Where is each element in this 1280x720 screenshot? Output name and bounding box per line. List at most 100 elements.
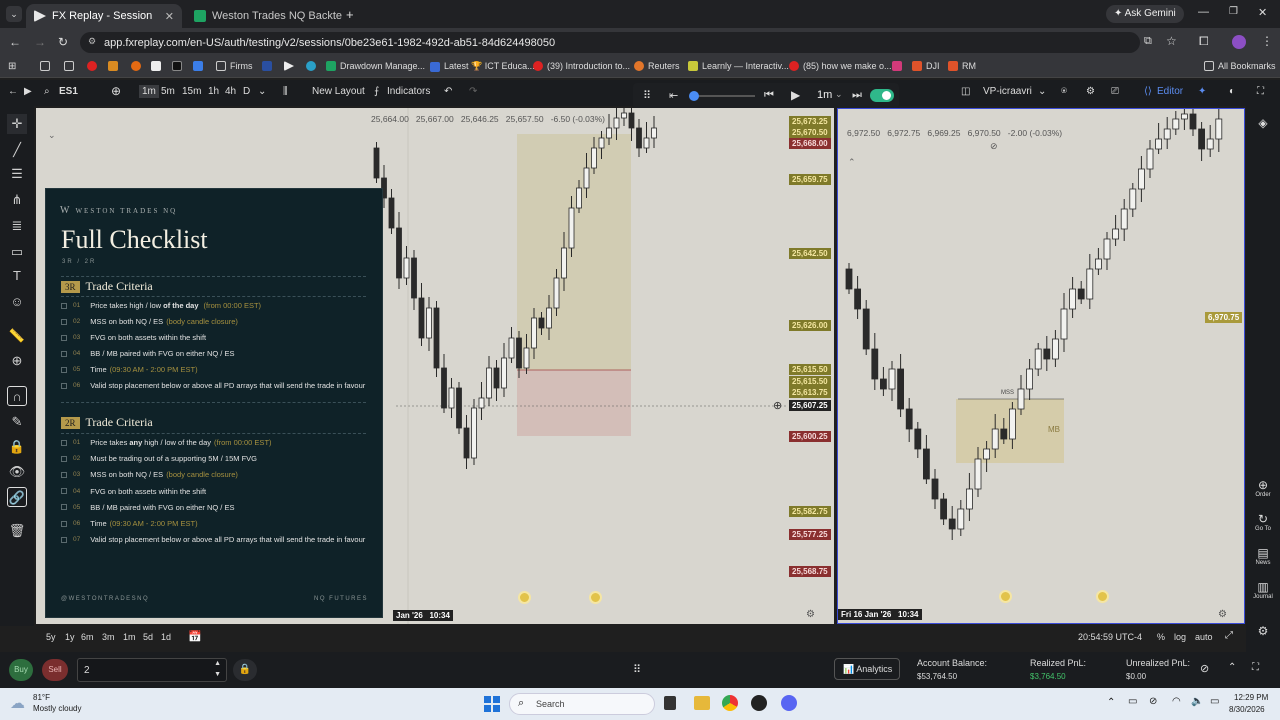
url-input[interactable]: ⚙ app.fxreplay.com/en-US/auth/testing/v2… [80,32,1140,53]
minimize-button[interactable]: — [1198,6,1209,18]
app-icon[interactable] [751,695,767,711]
checkbox-icon[interactable] [61,455,67,462]
checklist-item[interactable]: 06 Valid stop placement below or above al… [61,381,381,390]
layers-icon[interactable]: ◈ [1246,116,1280,130]
redo-icon[interactable]: ↷ [469,86,477,97]
checklist-item[interactable]: 01 Price takes any high / low of the day (fr… [61,438,381,447]
bookmark-icon-5[interactable] [172,61,182,71]
percent-toggle[interactable]: % [1157,632,1165,642]
checklist-item[interactable]: 02 MSS on both NQ / ES (body candle closur… [61,317,381,326]
fib-icon[interactable]: ≣ [7,216,27,236]
checklist-item[interactable]: 04 FVG on both assets within the shift [61,487,381,496]
all-bookmarks[interactable]: All Bookmarks [1204,61,1276,71]
volume-icon[interactable]: 🔈 [1191,696,1203,707]
lock-order-button[interactable]: 🔒 [233,659,257,681]
checkbox-icon[interactable] [61,334,67,341]
camera-icon[interactable]: ⎚ [1111,86,1119,97]
chart-type-icon[interactable]: ⫼ [283,86,288,97]
horizontal-lines-icon[interactable]: ☰ [7,164,27,184]
task-view-icon[interactable] [664,696,676,710]
layout-name[interactable]: VP-icraavri [983,86,1032,97]
hide-balance-icon[interactable]: ⊘ [1200,662,1209,675]
eye-icon[interactable]: 👁 [7,462,27,482]
tray-icon-1[interactable]: ▭ [1128,696,1137,707]
bookmark-intro[interactable]: (39) Introduction to... [533,61,630,71]
bookmark-icon-3[interactable] [131,61,141,71]
bookmark-icon-6[interactable] [193,61,203,71]
settings-icon[interactable]: ⚙ [1246,624,1280,638]
bookmark-icon-4[interactable] [151,61,161,71]
ask-gemini-button[interactable]: ✦ Ask Gemini [1106,5,1184,23]
symbol-search-icon[interactable]: ⌕ [44,86,50,97]
drag-handle-icon[interactable]: ⠿ [643,89,651,102]
fullscreen-icon[interactable]: ⛶ [1257,86,1264,97]
undo-icon[interactable]: ↶ [444,86,452,97]
pitchfork-icon[interactable]: ⋔ [7,190,27,210]
quantity-input[interactable]: 2 ▲ ▼ [77,658,227,682]
drag-handle-icon[interactable]: ⠿ [633,663,641,676]
alert-icon[interactable]: ⍟ [1061,86,1067,97]
layout-dropdown-icon[interactable]: ⌄ [1038,86,1046,97]
wifi-icon[interactable]: ◠ [1172,696,1181,707]
crosshair-add-icon[interactable]: ⊕ [773,399,782,412]
checklist-item[interactable]: 06 Time (09:30 AM - 2:00 PM EST) [61,519,381,528]
bookmark-folder-2[interactable] [64,61,74,71]
collapse-up-icon[interactable]: ⌃ [1228,662,1236,673]
link-icon[interactable]: 🔗 [7,487,27,507]
replay-tf-dropdown-icon[interactable]: ⌄ [835,89,843,100]
new-layout-button[interactable]: New Layout [312,86,365,97]
bookmark-howwemake[interactable]: (85) how we make o... [789,61,892,71]
weather-temp[interactable]: 81°F [33,693,50,702]
trash-icon[interactable]: 🗑 [7,521,27,541]
date-range-icon[interactable]: 📅 [188,630,202,643]
checklist-item[interactable]: 03 MSS on both NQ / ES (body candle closur… [61,470,381,479]
bookmark-star-icon[interactable]: ☆ [1166,34,1177,48]
range-5d[interactable]: 5d [143,632,153,642]
weather-icon[interactable]: ☁ [10,694,25,712]
bookmark-learnly[interactable]: Learnly — Interactiv... [688,61,789,71]
zoom-icon[interactable]: ⊕ [7,351,27,371]
pencil-lock-icon[interactable]: ✎ [7,412,27,432]
rectangle-icon[interactable]: ▭ [7,242,27,262]
range-5y[interactable]: 5y [46,632,56,642]
browser-menu-icon[interactable]: ⋮ [1261,34,1273,48]
range-1m[interactable]: 1m [123,632,136,642]
bookmark-firms[interactable]: Firms [216,61,253,71]
tf-dropdown-icon[interactable]: ⌄ [258,86,266,97]
replay-timeframe[interactable]: 1m [817,89,832,101]
magnet-icon[interactable]: ∩ [7,386,27,406]
text-icon[interactable]: T [7,266,27,286]
step-back-icon[interactable]: ⏮ [764,89,774,102]
checkbox-icon[interactable] [61,318,67,325]
tf-4h[interactable]: 4h [225,86,236,97]
install-app-icon[interactable]: ⧉ [1144,35,1152,48]
tf-1m[interactable]: 1m [139,85,159,98]
news-event-marker[interactable] [999,590,1012,603]
news-event-marker[interactable] [589,591,602,604]
checklist-item[interactable]: 05 Time (09:30 AM - 2:00 PM EST) [61,365,381,374]
log-toggle[interactable]: log [1174,632,1186,642]
checkbox-icon[interactable] [61,488,67,495]
replay-progress-knob[interactable] [689,91,699,101]
layout-panel-icon[interactable]: ◫ [961,86,970,97]
checkbox-icon[interactable] [61,439,67,446]
indicators-icon[interactable]: ⨍ [374,86,379,97]
checklist-item[interactable]: 01 Price takes high / low of the day (from … [61,301,381,310]
sell-button[interactable]: Sell [42,659,68,681]
trendline-icon[interactable]: ╱ [7,140,27,160]
checklist-item[interactable]: 03 FVG on both assets within the shift [61,333,381,342]
news-event-marker[interactable] [1096,590,1109,603]
battery-icon[interactable]: ▭ [1210,696,1219,707]
range-1d[interactable]: 1d [161,632,171,642]
jump-start-icon[interactable]: ⇤ [669,89,678,102]
tab-list-button[interactable]: ⌄ [6,6,22,22]
hide-icon[interactable]: ⊘ [990,141,998,152]
goto-button[interactable]: ↻ Go To [1246,512,1280,532]
checkbox-icon[interactable] [61,366,67,373]
editor-icon[interactable]: ⟨⟩ [1144,86,1152,97]
file-explorer-icon[interactable] [694,696,710,710]
bookmark-icon-7[interactable] [262,61,272,71]
chart-es[interactable]: 6,972.50 6,972.75 6,969.25 6,970.50 -2.0… [837,108,1245,624]
range-1y[interactable]: 1y [65,632,75,642]
bookmark-icon-8[interactable] [284,61,294,71]
